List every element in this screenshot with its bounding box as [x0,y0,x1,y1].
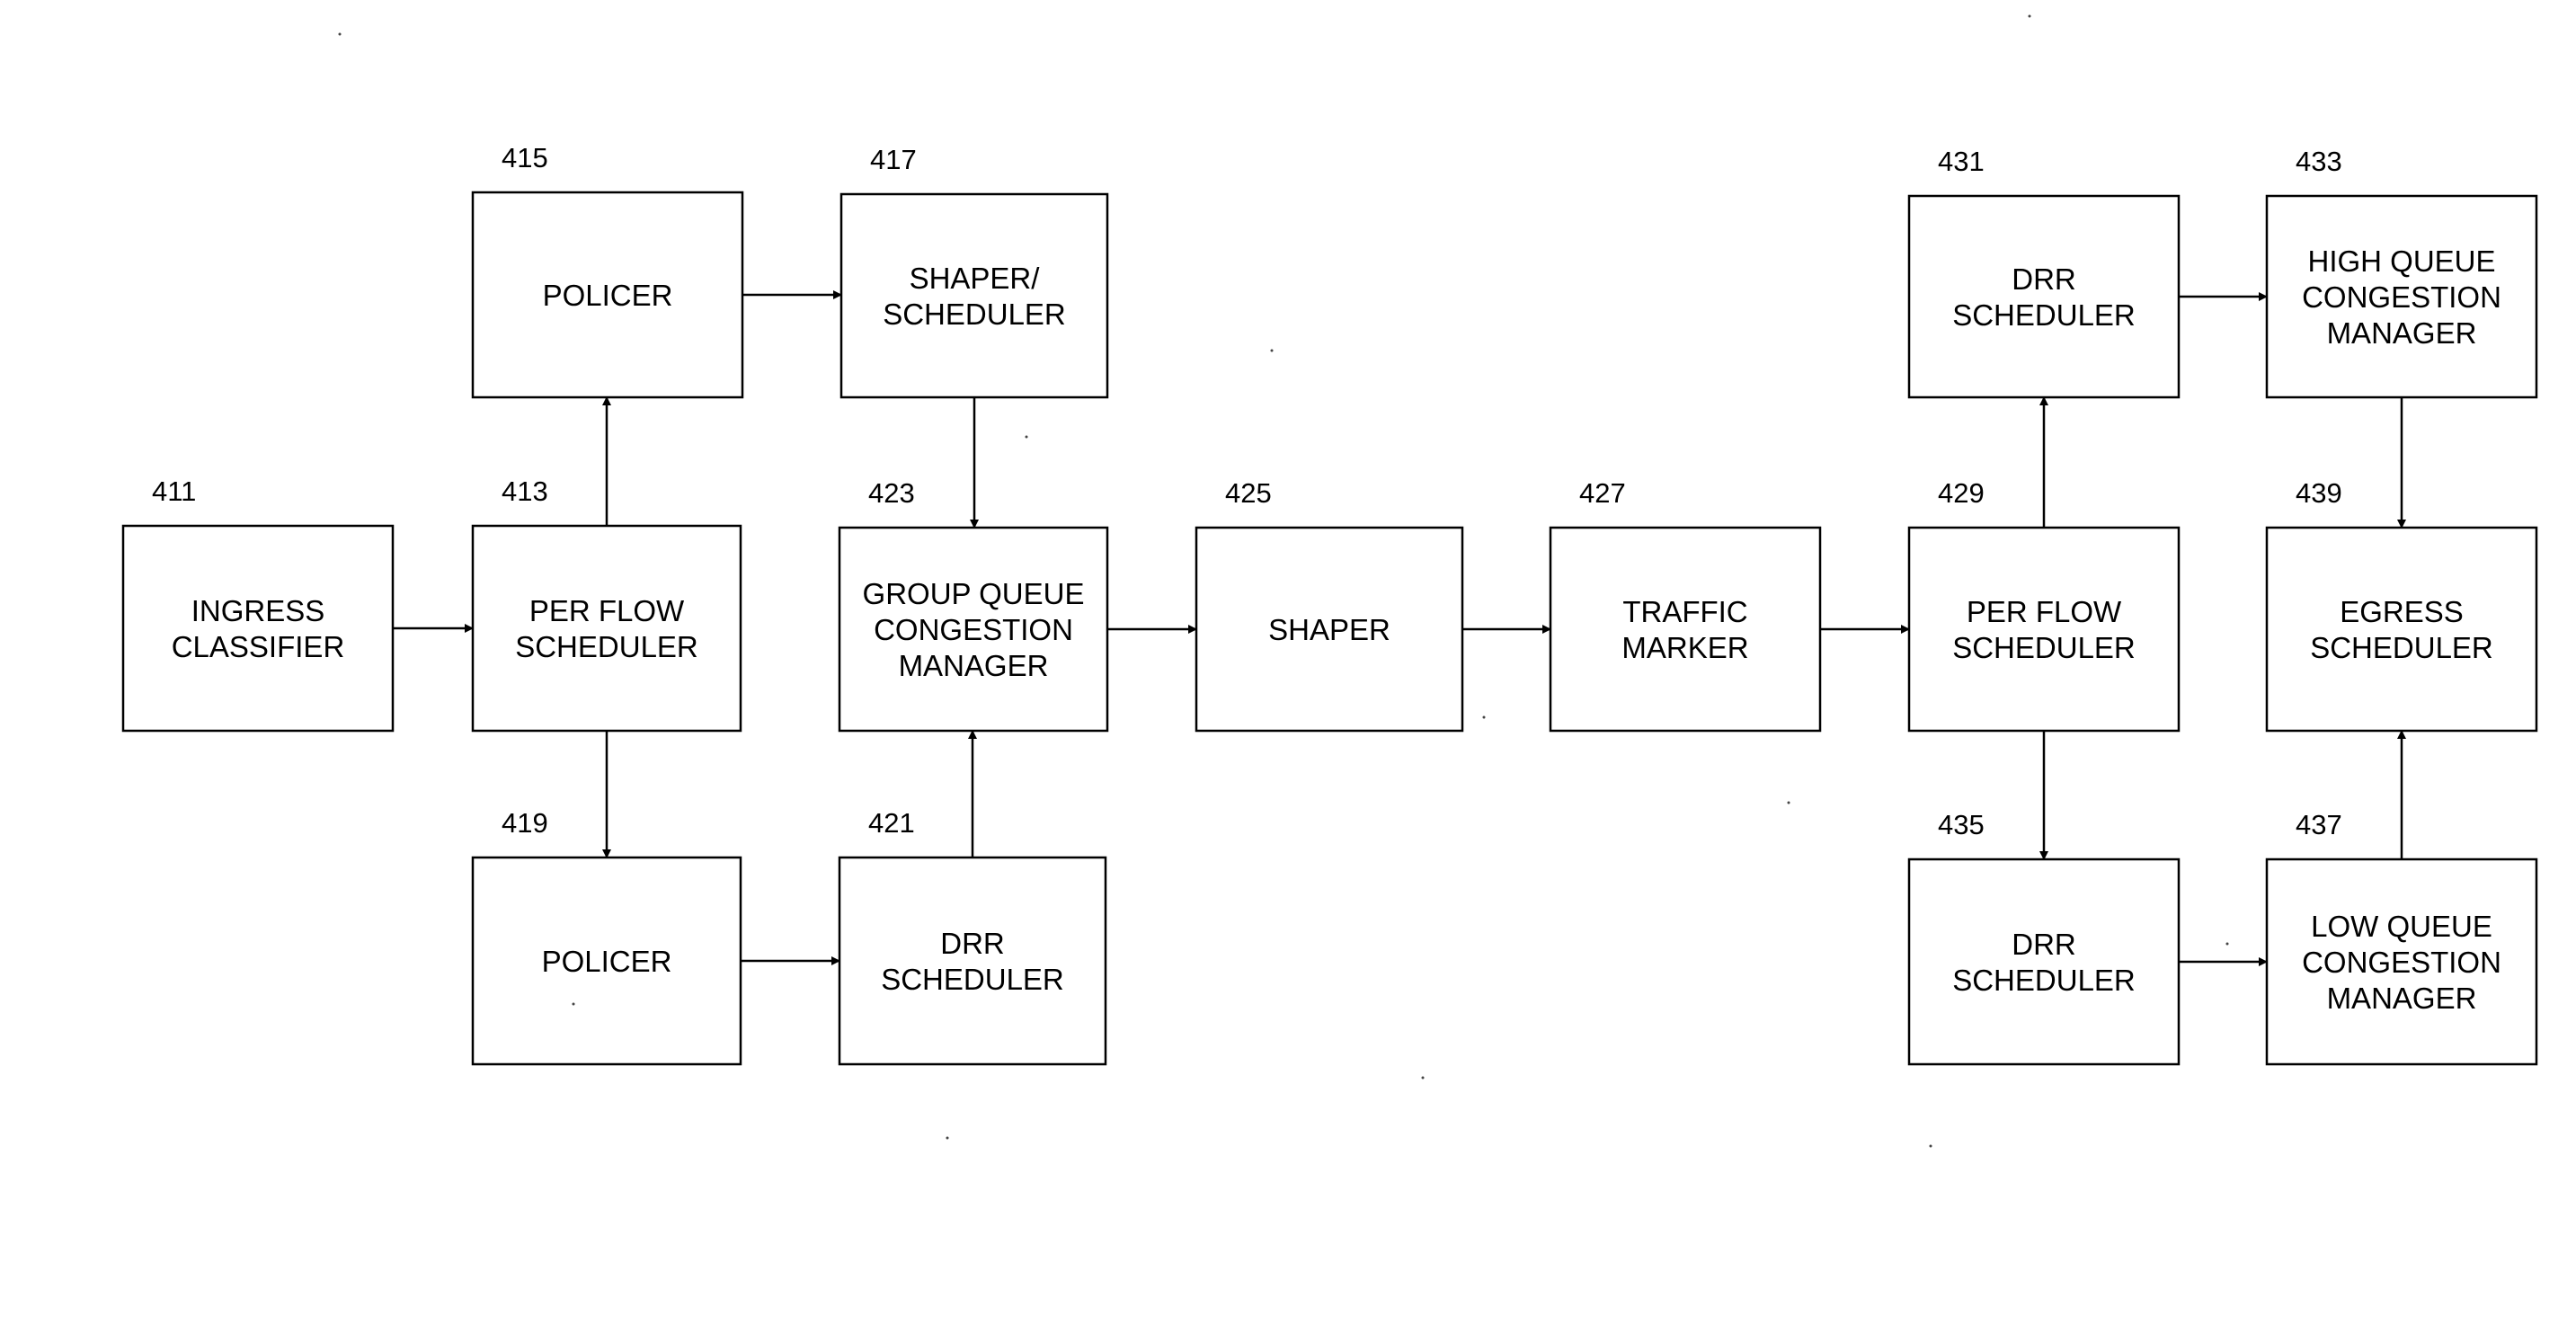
node-425: 425 SHAPER [1195,477,1464,733]
node-label-line: HIGH QUEUE [2307,244,2495,278]
node-427: 427 TRAFFICMARKER [1549,477,1822,733]
node-label-line: GROUP QUEUE [863,577,1085,610]
node-label-line: INGRESS [191,594,325,627]
node-label-line: SCHEDULER [515,630,698,663]
node-label-line: SCHEDULER [1952,298,2136,332]
node-label-line: POLICER [542,945,672,978]
reference-number: 415 [502,142,548,173]
node-label-line: CONGESTION [2302,946,2501,979]
node-411: 411 INGRESSCLASSIFIER [121,475,395,733]
node-box [121,524,395,733]
node-label-line: SCHEDULER [1952,964,2136,997]
node-label-line: PER FLOW [529,594,685,627]
node-label-line: MANAGER [899,649,1049,682]
node-label-line: EGRESS [2340,595,2464,628]
node-label-line: SCHEDULER [883,298,1066,331]
node-415: 415 POLICER [471,142,744,399]
node-label-line: PER FLOW [1967,595,2122,628]
node-label-line: DRR [2012,262,2076,296]
nodes: 411INGRESSCLASSIFIER413PER FLOWSCHEDULER… [121,142,2538,1066]
node-box [1907,857,2181,1066]
node-box [1907,194,2181,399]
reference-number: 433 [2296,146,2342,177]
node-label-line: CLASSIFIER [172,630,345,663]
node-label-line: MANAGER [2327,982,2477,1015]
node-label-line: SHAPER/ [910,262,1041,295]
flow-diagram: 411INGRESSCLASSIFIER413PER FLOWSCHEDULER… [121,14,2538,1148]
node-label-line: SHAPER [1268,613,1390,646]
reference-number: 417 [870,144,917,175]
node-label-line: MANAGER [2327,316,2477,350]
reference-number: 429 [1938,477,1985,509]
reference-number: 413 [502,475,548,507]
node-box [838,856,1107,1066]
node-label-line: DRR [940,927,1005,960]
reference-number: 435 [1938,809,1985,840]
reference-number: 437 [2296,809,2342,840]
node-box [839,192,1109,399]
node-433: 433 HIGH QUEUECONGESTIONMANAGER [2265,146,2538,399]
reference-number: 431 [1938,146,1985,177]
node-label-line: TRAFFIC [1622,595,1747,628]
node-label-line: MARKER [1621,631,1748,664]
reference-number: 427 [1579,477,1626,509]
node-label-line: CONGESTION [874,613,1073,646]
reference-number: 423 [868,477,915,509]
reference-number: 425 [1225,477,1272,509]
node-label-line: SCHEDULER [2310,631,2493,664]
node-box [1907,526,2181,733]
node-label-line: SCHEDULER [881,963,1064,996]
node-box [1549,526,1822,733]
reference-number: 439 [2296,477,2342,509]
node-431: 431 DRRSCHEDULER [1907,146,2181,399]
node-box [471,524,742,733]
reference-number: 419 [502,807,548,839]
node-box [2265,526,2538,733]
node-label-line: CONGESTION [2302,280,2501,314]
node-417: 417 SHAPER/SCHEDULER [839,144,1109,399]
node-label-line: DRR [2012,928,2076,961]
reference-number: 411 [152,475,196,507]
node-label-line: SCHEDULER [1952,631,2136,664]
node-label-line: POLICER [543,279,673,312]
reference-number: 421 [868,807,915,839]
node-label-line: LOW QUEUE [2311,910,2492,943]
